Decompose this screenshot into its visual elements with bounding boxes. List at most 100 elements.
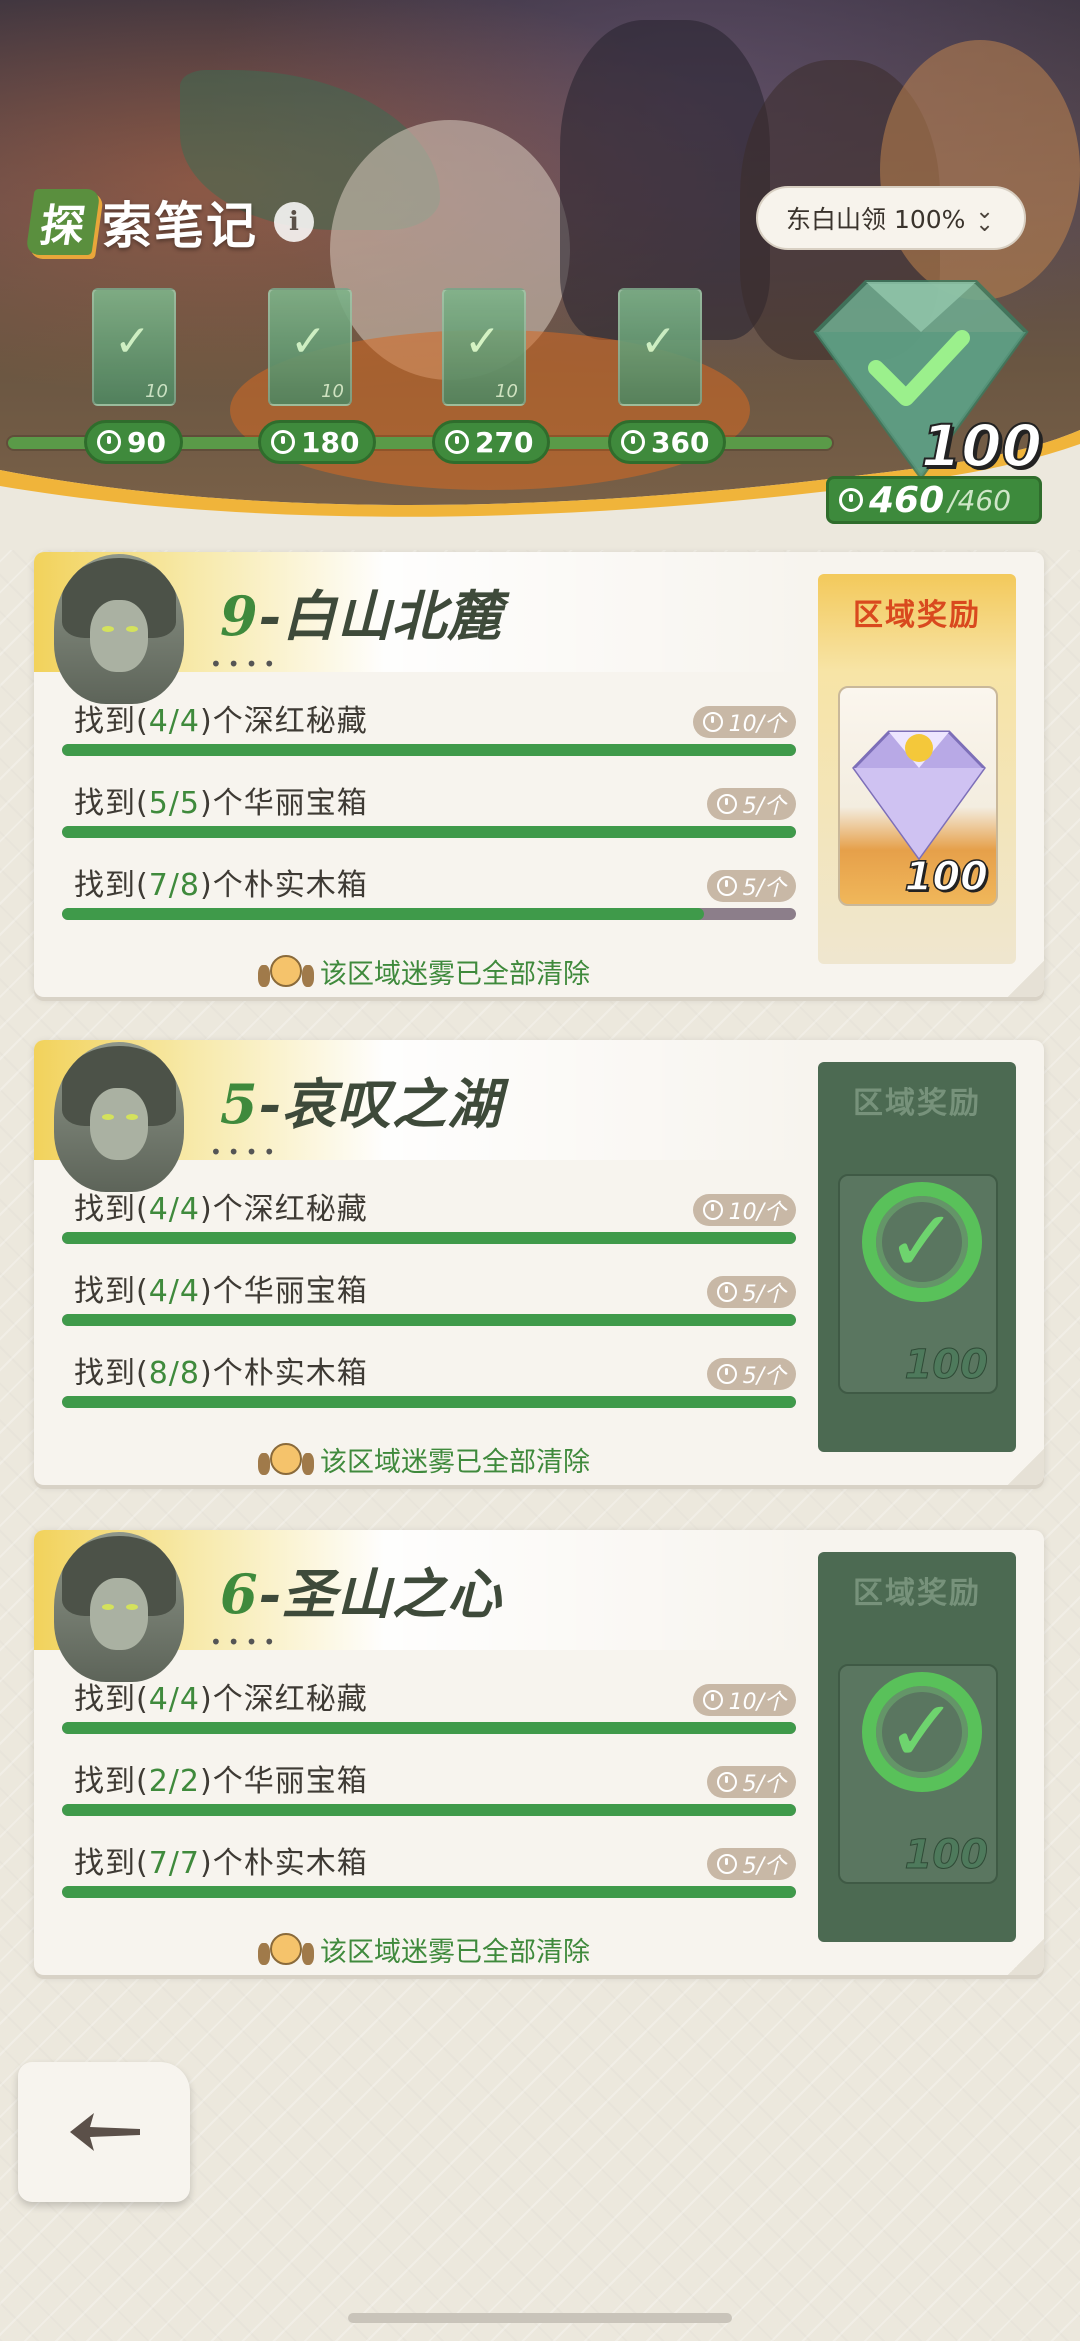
task-progress-fill xyxy=(62,1804,796,1816)
area-title: 6-圣山之心 xyxy=(220,1562,502,1626)
task-progress-bar xyxy=(62,908,796,920)
task-progress-fill xyxy=(62,1722,796,1734)
area-dots: •••• xyxy=(210,1630,282,1654)
task-progress-fill xyxy=(62,1232,796,1244)
stopwatch-icon xyxy=(702,712,723,732)
task-row: 找到(4/4)个深红秘藏 10/个 xyxy=(62,1178,796,1248)
task-reward-badge: 5/个 xyxy=(706,788,796,820)
task-label: 找到(7/7)个朴实木箱 xyxy=(74,1846,368,1881)
milestone-points-2: 180 xyxy=(258,420,377,464)
fog-cleared-status: 该区域迷雾已全部清除 xyxy=(34,1929,814,1969)
task-progress-bar xyxy=(62,1232,796,1244)
task-reward-badge: 10/个 xyxy=(692,1194,796,1226)
milestone-points-4: 360 xyxy=(608,420,727,464)
check-icon: ✓ xyxy=(290,316,327,367)
stopwatch-icon xyxy=(97,430,121,454)
milestone-points-3: 270 xyxy=(432,420,551,464)
area-card: 6-圣山之心 •••• 找到(4/4)个深红秘藏 10/个 找到(2/2)个华丽… xyxy=(34,1530,1044,1975)
task-reward-badge: 10/个 xyxy=(692,1684,796,1716)
stopwatch-icon xyxy=(621,430,645,454)
info-button[interactable]: i xyxy=(274,202,314,242)
region-select-label: 东白山领 100% xyxy=(786,205,966,234)
task-progress-bar xyxy=(62,1886,796,1898)
task-progress-bar xyxy=(62,744,796,756)
stopwatch-icon xyxy=(716,876,737,896)
total-points: 460/460 xyxy=(826,476,1042,524)
stopwatch-icon xyxy=(702,1200,723,1220)
milestone-qty: 10 xyxy=(321,381,344,402)
title-text: 索笔记 xyxy=(102,197,258,255)
fog-cleared-status: 该区域迷雾已全部清除 xyxy=(34,951,814,991)
milestone-card-2[interactable]: ✓ 10 xyxy=(268,288,352,406)
area-title: 5-哀叹之湖 xyxy=(220,1072,502,1136)
area-reward-box[interactable]: 区域奖励 100 xyxy=(818,574,1016,964)
mascot-icon xyxy=(258,1929,314,1969)
milestone-qty: 10 xyxy=(495,381,518,402)
task-row: 找到(5/5)个华丽宝箱 5/个 xyxy=(62,772,796,842)
stopwatch-icon xyxy=(445,430,469,454)
task-progress-bar xyxy=(62,826,796,838)
area-reward-item: ✓ 100 xyxy=(838,1174,998,1394)
task-row: 找到(4/4)个深红秘藏 10/个 xyxy=(62,1668,796,1738)
region-select[interactable]: 东白山领 100% ⌄ ⌄ xyxy=(756,186,1026,250)
stopwatch-icon xyxy=(716,794,737,814)
stopwatch-icon xyxy=(716,1364,737,1384)
area-reward-qty: 100 xyxy=(904,853,989,901)
area-card: 9-白山北麓 •••• 找到(4/4)个深红秘藏 10/个 找到(5/5)个华丽… xyxy=(34,552,1044,997)
task-label: 找到(8/8)个朴实木箱 xyxy=(74,1356,368,1391)
task-row: 找到(2/2)个华丽宝箱 5/个 xyxy=(62,1750,796,1820)
claimed-check-icon: ✓ xyxy=(862,1672,982,1792)
area-dots: •••• xyxy=(210,652,282,676)
double-chevron-down-icon: ⌄ ⌄ xyxy=(975,198,994,237)
task-progress-bar xyxy=(62,1804,796,1816)
task-reward-badge: 5/个 xyxy=(706,1766,796,1798)
area-reward-qty: 100 xyxy=(904,1832,988,1879)
area-reward-item: 100 xyxy=(838,686,998,906)
boss-portrait xyxy=(54,1532,184,1682)
fog-cleared-status: 该区域迷雾已全部清除 xyxy=(34,1439,814,1479)
check-icon: ✓ xyxy=(464,316,501,367)
task-progress-fill xyxy=(62,1886,796,1898)
milestone-points-1: 90 xyxy=(84,420,183,464)
milestone-card-4[interactable]: ✓ xyxy=(618,288,702,406)
milestone-qty: 10 xyxy=(145,381,168,402)
area-reward-title: 区域奖励 xyxy=(853,1576,981,1611)
boss-portrait xyxy=(54,1042,184,1192)
boss-portrait xyxy=(54,554,184,704)
task-row: 找到(8/8)个朴实木箱 5/个 xyxy=(62,1342,796,1412)
area-reward-qty: 100 xyxy=(904,1342,988,1389)
task-progress-bar xyxy=(62,1722,796,1734)
stopwatch-icon xyxy=(716,1772,737,1792)
stopwatch-icon xyxy=(839,488,863,512)
task-row: 找到(4/4)个华丽宝箱 5/个 xyxy=(62,1260,796,1330)
task-label: 找到(4/4)个深红秘藏 xyxy=(74,1192,368,1227)
area-reward-box[interactable]: 区域奖励 ✓ 100 xyxy=(818,1062,1016,1452)
task-progress-fill xyxy=(62,1314,796,1326)
area-card: 5-哀叹之湖 •••• 找到(4/4)个深红秘藏 10/个 找到(4/4)个华丽… xyxy=(34,1040,1044,1485)
title-first-char: 探 xyxy=(25,189,101,255)
task-label: 找到(4/4)个华丽宝箱 xyxy=(74,1274,368,1309)
milestone-card-3[interactable]: ✓ 10 xyxy=(442,288,526,406)
back-button[interactable] xyxy=(18,2062,190,2202)
back-arrow-icon xyxy=(70,2113,140,2151)
task-label: 找到(4/4)个深红秘藏 xyxy=(74,1682,368,1717)
task-progress-fill xyxy=(62,744,796,756)
task-row: 找到(4/4)个深红秘藏 10/个 xyxy=(62,690,796,760)
task-progress-fill xyxy=(62,1396,796,1408)
area-reward-item: ✓ 100 xyxy=(838,1664,998,1884)
area-dots: •••• xyxy=(210,1140,282,1164)
check-icon: ✓ xyxy=(640,316,677,367)
area-reward-title: 区域奖励 xyxy=(853,598,981,633)
task-reward-badge: 5/个 xyxy=(706,1358,796,1390)
character-fox xyxy=(880,40,1080,300)
stopwatch-icon xyxy=(271,430,295,454)
home-indicator xyxy=(348,2313,732,2323)
milestone-card-1[interactable]: ✓ 10 xyxy=(92,288,176,406)
task-progress-bar xyxy=(62,1314,796,1326)
task-label: 找到(2/2)个华丽宝箱 xyxy=(74,1764,368,1799)
task-reward-badge: 5/个 xyxy=(706,1848,796,1880)
page-title: 探 索笔记 i xyxy=(25,182,314,262)
task-reward-badge: 10/个 xyxy=(692,706,796,738)
final-reward-qty: 100 xyxy=(920,411,1043,481)
area-reward-box[interactable]: 区域奖励 ✓ 100 xyxy=(818,1552,1016,1942)
